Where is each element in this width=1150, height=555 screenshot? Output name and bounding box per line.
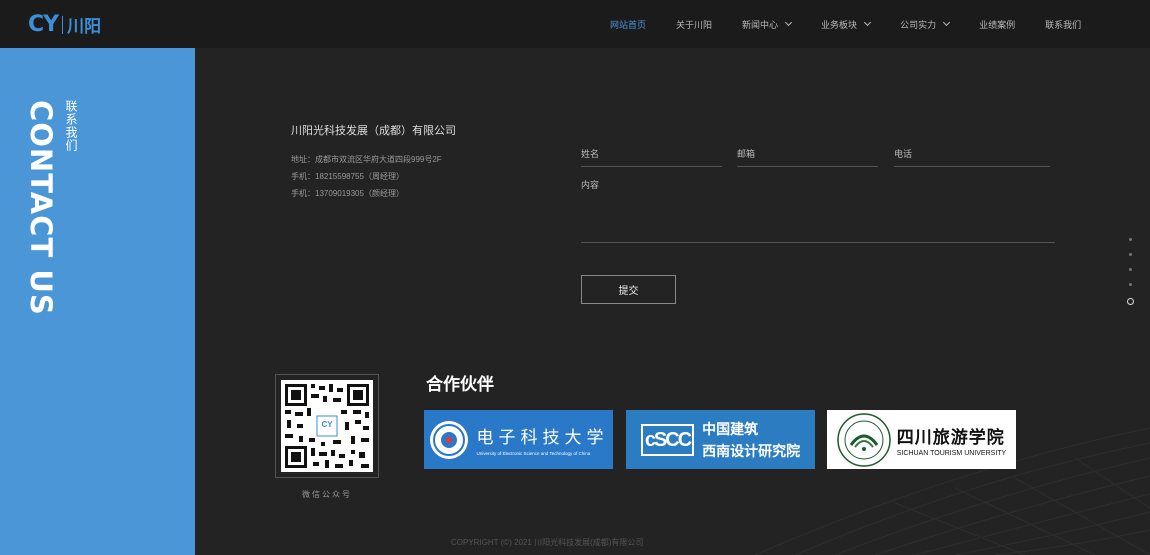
main-nav: 网站首页 关于川阳 新闻中心 业务板块 公司实力 业绩案例 联系我们 (610, 0, 1111, 48)
nav-label: 联系我们 (1045, 19, 1082, 30)
sctu-logo: 四川旅游学院 SICHUAN TOURISM UNIVERSITY (837, 412, 1007, 467)
wechat-qr-code: CY (281, 380, 373, 472)
nav-item-about[interactable]: 关于川阳 (676, 18, 712, 31)
nav-item-home[interactable]: 网站首页 (610, 18, 646, 31)
nav-label: 公司实力 (900, 19, 937, 30)
partners-title: 合作伙伴 (426, 375, 494, 394)
uestc-name-cn: 电子科技大学 (476, 428, 609, 448)
nav-label: 网站首页 (610, 19, 647, 30)
submit-button[interactable]: 提交 (581, 275, 676, 304)
phone-placeholder: 电话 (894, 149, 913, 159)
contact-us-text: CONTACT US (24, 100, 58, 316)
csadi-name-line2: 西南设计研究院 (702, 442, 801, 459)
pagination-dot-current[interactable] (1127, 298, 1134, 305)
nav-label: 关于川阳 (676, 19, 713, 30)
partner-logo-uestc[interactable]: 电子科技大学 University of Electronic Science … (424, 410, 613, 469)
contact-us-heading: CONTACT US (24, 100, 62, 320)
qr-center-logo: CY (321, 420, 333, 429)
logo[interactable]: CY 川阳 (28, 12, 101, 37)
partner-logo-csadi[interactable]: cSCC 中国建筑 西南设计研究院 (626, 410, 815, 469)
wechat-qr-frame: CY (275, 374, 379, 478)
pagination-dot[interactable] (1129, 253, 1132, 256)
nav-item-strength[interactable]: 公司实力 (900, 18, 951, 31)
sctu-name-en: SICHUAN TOURISM UNIVERSITY (896, 449, 1007, 457)
nav-item-cases[interactable]: 业绩案例 (979, 18, 1015, 31)
nav-label: 业绩案例 (979, 19, 1016, 30)
contact-side-panel: CONTACT US 联系我们 (0, 48, 195, 555)
wechat-qr-label: 微信公众号 (302, 490, 352, 499)
chevron-down-icon (785, 18, 793, 27)
nav-item-news[interactable]: 新闻中心 (742, 18, 793, 31)
logo-text: 川阳 (67, 17, 102, 36)
csadi-name-line1: 中国建筑 (702, 420, 759, 437)
uestc-logo: 电子科技大学 University of Electronic Science … (429, 420, 609, 460)
logo-divider (62, 15, 64, 34)
csadi-logo: cSCC 中国建筑 西南设计研究院 (640, 419, 801, 461)
csadi-emblem-icon: cSCC (640, 423, 695, 456)
pagination-dot[interactable] (1129, 268, 1132, 271)
sctu-name-cn: 四川旅游学院 (896, 427, 1005, 448)
nav-label: 业务板块 (821, 19, 858, 30)
chevron-down-icon (864, 18, 872, 27)
logo-mark: CY (28, 12, 59, 37)
company-phone-2: 手机：13709019305（颜经理） (291, 189, 404, 198)
site-header: CY 川阳 网站首页 关于川阳 新闻中心 业务板块 公司实力 业绩案例 联系我们 (0, 0, 1150, 48)
main-content: 川阳光科技发展（成都）有限公司 地址：成都市双流区华府大道四段999号2F 手机… (195, 48, 1150, 555)
partner-logo-sctu[interactable]: 四川旅游学院 SICHUAN TOURISM UNIVERSITY (827, 410, 1016, 469)
pagination-dot[interactable] (1129, 283, 1132, 286)
uestc-emblem-icon (429, 420, 468, 459)
nav-label: 新闻中心 (742, 19, 779, 30)
phone-field[interactable]: 电话 (894, 147, 1050, 167)
chevron-down-icon (943, 18, 951, 27)
email-placeholder: 邮箱 (737, 149, 756, 159)
copyright: COPYRIGHT (©) 2021 川阳光科技发展(成都)有限公司 (451, 538, 644, 547)
name-placeholder: 姓名 (581, 149, 600, 159)
contact-us-cn-heading: 联系我们 (64, 100, 78, 152)
sctu-emblem-icon (837, 412, 891, 467)
company-phone-1: 手机：18215598755（周经理） (291, 172, 404, 181)
name-field[interactable]: 姓名 (581, 147, 722, 167)
company-name: 川阳光科技发展（成都）有限公司 (291, 125, 456, 137)
nav-item-business[interactable]: 业务板块 (821, 18, 872, 31)
email-field[interactable]: 邮箱 (737, 147, 878, 167)
uestc-name-en: University of Electronic Science and Tec… (476, 451, 591, 456)
pagination-dot[interactable] (1129, 238, 1132, 241)
content-placeholder: 内容 (581, 180, 600, 190)
nav-item-contact[interactable]: 联系我们 (1045, 18, 1081, 31)
company-address: 地址：成都市双流区华府大道四段999号2F (291, 155, 442, 164)
section-pagination (1127, 238, 1134, 317)
content-textarea[interactable]: 内容 (581, 178, 1055, 243)
